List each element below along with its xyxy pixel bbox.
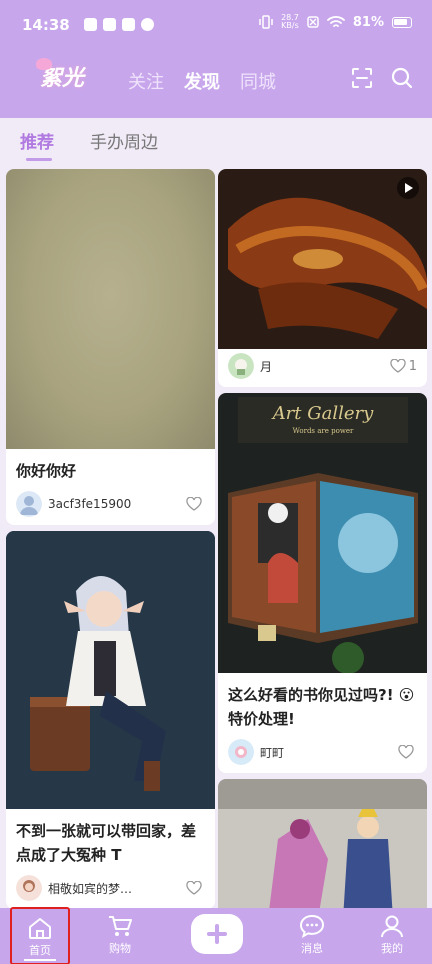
- heart-icon: [390, 359, 406, 373]
- nav-messages[interactable]: 消息: [282, 912, 342, 956]
- vibrate-icon: [259, 15, 273, 29]
- app-header: 絮光 关注 发现 同城: [0, 50, 432, 112]
- heart-icon: [398, 745, 414, 759]
- like-button[interactable]: [398, 745, 417, 759]
- like-button[interactable]: [186, 497, 205, 511]
- nav-label: 消息: [301, 942, 323, 955]
- status-bar: 14:38 28.7 KB/s 81%: [0, 0, 432, 50]
- status-time: 14:38: [22, 16, 70, 34]
- figures-photo: [218, 779, 427, 919]
- tab-following[interactable]: 关注: [128, 68, 164, 94]
- avatar[interactable]: [16, 491, 42, 517]
- cart-icon: [109, 916, 132, 936]
- post-image: [6, 169, 215, 449]
- like-count: 1: [408, 358, 417, 374]
- heart-icon: [186, 881, 202, 895]
- nav-home[interactable]: 首页: [10, 907, 70, 964]
- post-card[interactable]: 月 1: [218, 169, 427, 387]
- net-speed-unit: KB/s: [281, 21, 299, 30]
- profile-icon: [381, 915, 403, 938]
- top-bar: 14:38 28.7 KB/s 81% 絮光 关注 发现 同城: [0, 0, 432, 118]
- message-icon: [299, 914, 325, 938]
- post-meta: 町町: [218, 735, 427, 773]
- tab-recommended[interactable]: 推荐: [20, 128, 54, 161]
- feed-left-column: 你好你好 3acf3fe15900 不到一张就可以带回家，差点成了大冤种 T 相…: [6, 169, 215, 915]
- avatar[interactable]: [228, 353, 254, 379]
- post-title: 不到一张就可以带回家，差点成了大冤种 T: [16, 822, 197, 864]
- battery-icon: [392, 16, 412, 28]
- feed-right-column: 月 1 Art Gallery Words are power 这么好看的书你见…: [218, 169, 427, 925]
- home-icon: [29, 918, 51, 939]
- heart-icon: [186, 497, 202, 511]
- nav-profile[interactable]: 我的: [362, 912, 422, 956]
- check-icon: [141, 18, 154, 31]
- scan-icon[interactable]: [350, 66, 374, 90]
- post-meta: 3acf3fe15900: [6, 487, 215, 525]
- post-card[interactable]: 你好你好 3acf3fe15900: [6, 169, 215, 525]
- post-card[interactable]: Art Gallery Words are power 这么好看的书你见过吗?!…: [218, 393, 427, 773]
- battery-percent: 81%: [352, 14, 384, 30]
- video-play-icon: [397, 177, 419, 199]
- svg-text:Words are power: Words are power: [293, 427, 354, 435]
- tab-nearby[interactable]: 同城: [240, 68, 276, 94]
- like-button[interactable]: [186, 881, 205, 895]
- post-image: [218, 779, 427, 919]
- create-post-button[interactable]: [191, 914, 243, 954]
- svg-text:Art Gallery: Art Gallery: [271, 403, 374, 424]
- category-tabs: 推荐 手办周边: [0, 118, 432, 164]
- post-image: Art Gallery Words are power: [218, 393, 427, 674]
- top-nav-tabs: 关注 发现 同城: [128, 68, 276, 94]
- diorama-photo: Art Gallery Words are power: [218, 393, 427, 674]
- search-icon[interactable]: [390, 66, 414, 90]
- bottom-navigation: 首页 购物 消息 我的: [0, 907, 432, 964]
- tab-discover[interactable]: 发现: [184, 68, 220, 94]
- avatar[interactable]: [16, 875, 42, 901]
- nav-label: 我的: [381, 942, 403, 955]
- food-photo: [218, 169, 427, 349]
- avatar[interactable]: [228, 739, 254, 765]
- author-name[interactable]: 町町: [260, 744, 398, 761]
- post-meta: 月 1: [218, 349, 427, 387]
- figure-photo: [6, 531, 215, 809]
- app-notification-icon: [103, 18, 116, 31]
- post-title: 你好你好: [16, 462, 77, 480]
- author-name[interactable]: 相敬如宾的梦…: [48, 880, 186, 897]
- post-image: [218, 169, 427, 349]
- app-logo: 絮光: [36, 58, 100, 100]
- author-name[interactable]: 月: [260, 358, 390, 375]
- author-name[interactable]: 3acf3fe15900: [48, 497, 186, 511]
- post-title: 这么好看的书你见过吗?! 😮 特价处理!: [228, 686, 415, 728]
- like-button[interactable]: 1: [390, 359, 417, 374]
- notification-icons: [84, 18, 154, 31]
- wifi-icon: [326, 16, 345, 27]
- app-notification-icon: [84, 18, 97, 31]
- post-image: [6, 531, 215, 809]
- nav-label: 首页: [29, 944, 51, 957]
- tab-figures[interactable]: 手办周边: [90, 128, 158, 153]
- nav-shop[interactable]: 购物: [90, 912, 150, 956]
- status-right: 28.7 KB/s 81%: [259, 14, 412, 30]
- nav-label: 购物: [109, 942, 131, 955]
- no-sim-icon: [307, 16, 319, 28]
- bow-icon: [36, 58, 52, 70]
- post-meta: 相敬如宾的梦…: [6, 871, 215, 909]
- post-card[interactable]: [218, 779, 427, 919]
- post-card[interactable]: 不到一张就可以带回家，差点成了大冤种 T 相敬如宾的梦…: [6, 531, 215, 909]
- mail-icon: [122, 18, 135, 31]
- header-actions: [350, 66, 414, 90]
- net-speed: 28.7 KB/s: [281, 14, 299, 30]
